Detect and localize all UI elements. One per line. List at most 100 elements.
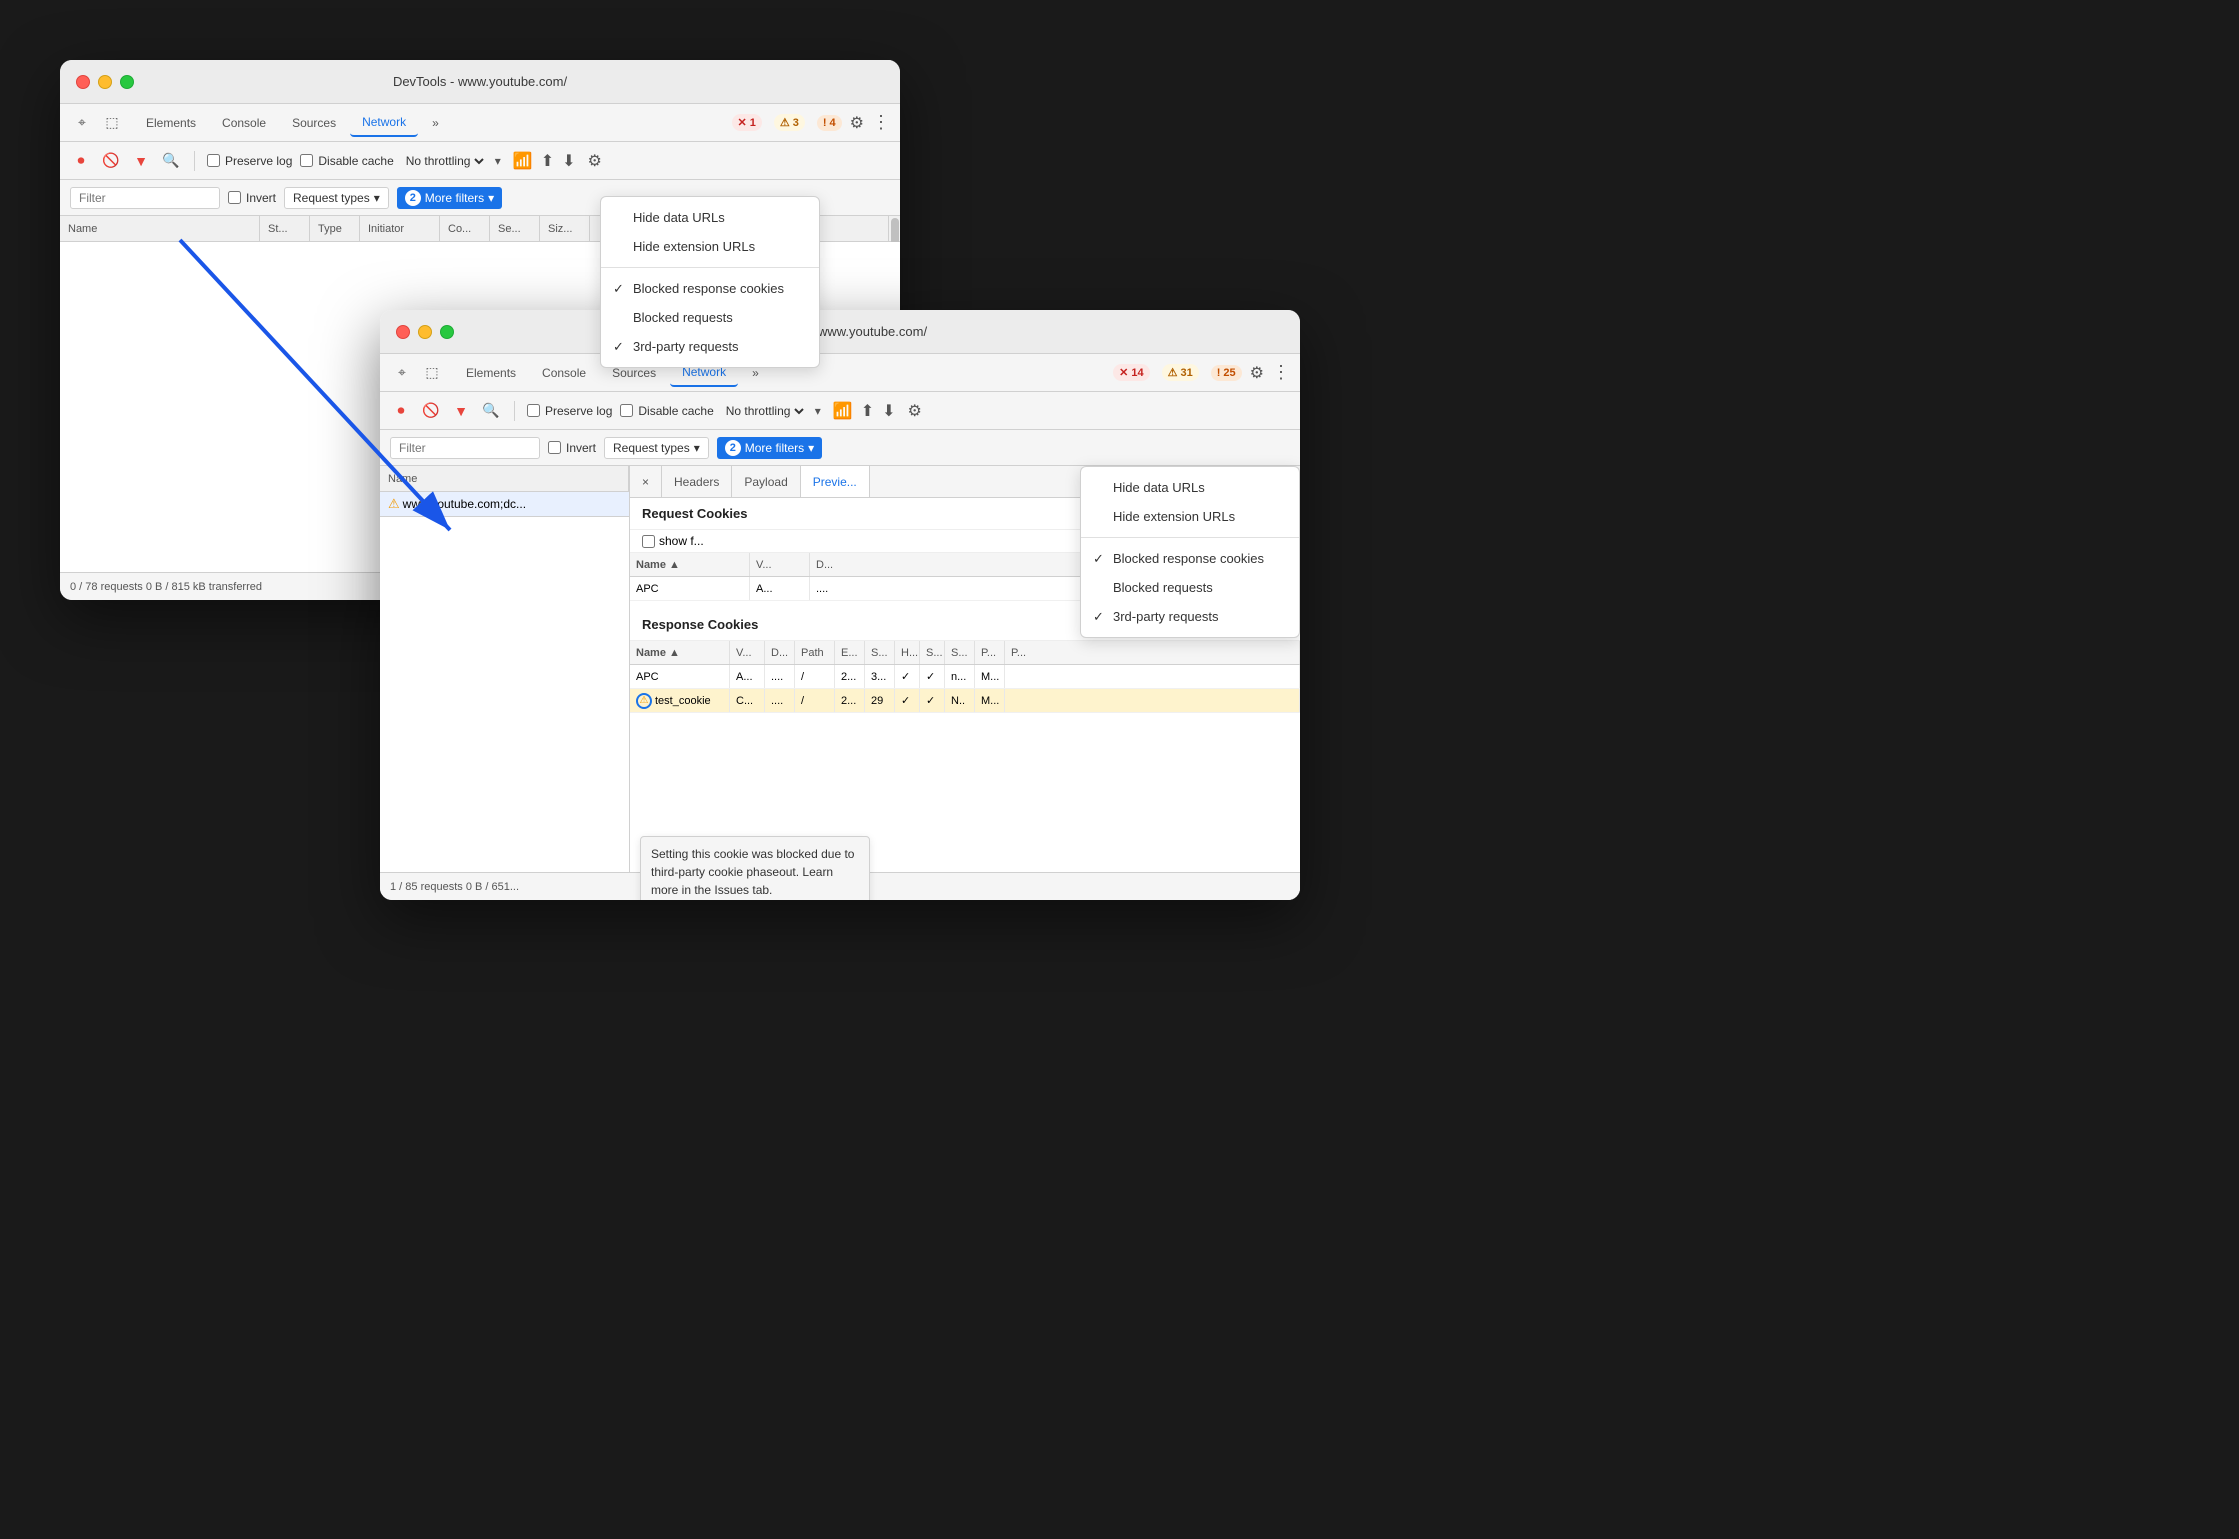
tab-sources-1[interactable]: Sources [280, 110, 348, 136]
device-icon[interactable]: ⬚ [100, 111, 124, 135]
hide-data-urls-item-1[interactable]: Hide data URLs [601, 203, 819, 232]
response-cookie-row-apc[interactable]: APC A... .... / 2... 3... ✓ ✓ n... M... [630, 665, 1300, 689]
blocked-response-cookies-item-1[interactable]: ✓ Blocked response cookies [601, 274, 819, 303]
blocked-cookie-icon: ⚠ [636, 693, 652, 709]
tab-icons-2: ⌖ ⬚ [390, 361, 444, 385]
blocked-requests-item-1[interactable]: Blocked requests [601, 303, 819, 332]
more-filters-button-1[interactable]: 2 More filters ▾ [397, 187, 502, 209]
tab-elements-1[interactable]: Elements [134, 110, 208, 136]
tab-preview[interactable]: Previe... [801, 466, 870, 497]
more-filters-dropdown-1: Hide data URLs Hide extension URLs ✓ Blo… [600, 196, 820, 368]
check-icon-3: ✓ [1093, 551, 1104, 567]
req-cookie-name-apc: APC [630, 577, 750, 600]
more-icon-2[interactable]: ⋮ [1272, 362, 1290, 383]
filter-input-1[interactable] [70, 187, 220, 209]
network-settings-icon-2[interactable]: ⚙ [908, 401, 922, 421]
preserve-log-label[interactable]: Preserve log [207, 154, 292, 168]
invert-label-2[interactable]: Invert [548, 441, 596, 455]
blocked-requests-item-2[interactable]: Blocked requests [1081, 573, 1299, 602]
wifi-icon-2: 📶 [833, 401, 853, 421]
preserve-log-checkbox-2[interactable] [527, 404, 540, 417]
search-icon-2[interactable]: 🔍 [480, 400, 502, 422]
minimize-button-2[interactable] [418, 325, 432, 339]
invert-checkbox-2[interactable] [548, 441, 561, 454]
tab-headers[interactable]: Headers [662, 466, 732, 497]
main-content-2: Name ⚠ www.youtube.com;dc... × Headers P… [380, 466, 1300, 900]
req-cookie-value-apc: A... [750, 577, 810, 600]
clear-icon[interactable]: 🚫 [100, 150, 122, 172]
col-status-1: St... [260, 216, 310, 241]
tab-payload[interactable]: Payload [732, 466, 800, 497]
check-icon-4: ✓ [1093, 609, 1104, 625]
throttle-select-1[interactable]: No throttling [402, 153, 487, 169]
clear-icon-2[interactable]: 🚫 [420, 400, 442, 422]
third-party-requests-item-1[interactable]: ✓ 3rd-party requests [601, 332, 819, 361]
disable-cache-checkbox-2[interactable] [620, 404, 633, 417]
close-button-1[interactable] [76, 75, 90, 89]
tab-console-2[interactable]: Console [530, 360, 598, 386]
tab-more-1[interactable]: » [420, 110, 451, 136]
filter-input-2[interactable] [390, 437, 540, 459]
cursor-icon-2[interactable]: ⌖ [390, 361, 414, 385]
upload-icon-2: ⬆ [861, 401, 874, 421]
tab-elements-2[interactable]: Elements [454, 360, 528, 386]
chevron-down-icon-2: ▾ [815, 404, 821, 418]
cursor-icon[interactable]: ⌖ [70, 111, 94, 135]
request-types-button-2[interactable]: Request types ▾ [604, 437, 709, 459]
show-filtered-label[interactable]: show f... [642, 534, 704, 548]
close-button-2[interactable] [396, 325, 410, 339]
device-icon-2[interactable]: ⬚ [420, 361, 444, 385]
warning-icon-row: ⚠ [388, 496, 400, 512]
more-icon-1[interactable]: ⋮ [872, 112, 890, 133]
col-section-1: Se... [490, 216, 540, 241]
hide-extension-urls-item-1[interactable]: Hide extension URLs [601, 232, 819, 261]
maximize-button-2[interactable] [440, 325, 454, 339]
col-name-2: Name [380, 466, 629, 491]
settings-icon-2[interactable]: ⚙ [1250, 363, 1264, 383]
tab-network-1[interactable]: Network [350, 109, 418, 137]
network-list: Name ⚠ www.youtube.com;dc... [380, 466, 630, 900]
close-panel-button[interactable]: × [630, 466, 662, 497]
upload-icon: ⬆ [541, 151, 554, 171]
stop-recording-icon[interactable]: ⏺ [70, 150, 92, 172]
more-filters-button-2[interactable]: 2 More filters ▾ [717, 437, 822, 459]
scrollbar-1[interactable] [888, 216, 900, 241]
col-size-1: Siz... [540, 216, 590, 241]
filter-icon-2[interactable]: ▼ [450, 400, 472, 422]
stop-recording-icon-2[interactable]: ⏺ [390, 400, 412, 422]
preserve-log-label-2[interactable]: Preserve log [527, 404, 612, 418]
hide-extension-urls-item-2[interactable]: Hide extension URLs [1081, 502, 1299, 531]
minimize-button-1[interactable] [98, 75, 112, 89]
disable-cache-checkbox[interactable] [300, 154, 313, 167]
tab-icons-1: ⌖ ⬚ [70, 111, 124, 135]
network-settings-icon[interactable]: ⚙ [588, 151, 602, 171]
response-cookie-header: Name ▲ V... D... Path E... S... H... S..… [630, 641, 1300, 665]
disable-cache-label-2[interactable]: Disable cache [620, 404, 713, 418]
check-icon-2: ✓ [613, 339, 624, 355]
dropdown-separator-2 [1081, 537, 1299, 538]
disable-cache-label[interactable]: Disable cache [300, 154, 393, 168]
settings-icon-1[interactable]: ⚙ [850, 113, 864, 133]
res-col-path: Path [795, 641, 835, 664]
filter-icon-1[interactable]: ▼ [130, 150, 152, 172]
tab-console-1[interactable]: Console [210, 110, 278, 136]
res-col-e: E... [835, 641, 865, 664]
response-cookie-row-test[interactable]: ⚠ test_cookie C... .... / 2... 29 ✓ ✓ N.… [630, 689, 1300, 713]
chevron-down-icon: ▾ [488, 191, 494, 205]
hide-data-urls-item-2[interactable]: Hide data URLs [1081, 473, 1299, 502]
invert-checkbox-1[interactable] [228, 191, 241, 204]
maximize-button-1[interactable] [120, 75, 134, 89]
invert-label-1[interactable]: Invert [228, 191, 276, 205]
res-col-s2: S... [920, 641, 945, 664]
req-col-name: Name ▲ [630, 553, 750, 576]
blocked-response-cookies-item-2[interactable]: ✓ Blocked response cookies [1081, 544, 1299, 573]
show-filtered-checkbox[interactable] [642, 535, 655, 548]
third-party-requests-item-2[interactable]: ✓ 3rd-party requests [1081, 602, 1299, 631]
request-types-button-1[interactable]: Request types ▾ [284, 187, 389, 209]
tab-actions-2: ✕ 14 ⚠ 31 ! 25 ⚙ ⋮ [1109, 362, 1290, 383]
throttle-select-2[interactable]: No throttling [722, 403, 807, 419]
search-icon-1[interactable]: 🔍 [160, 150, 182, 172]
network-row-selected[interactable]: ⚠ www.youtube.com;dc... [380, 492, 629, 517]
preserve-log-checkbox[interactable] [207, 154, 220, 167]
res-col-p2: P... [1005, 641, 1300, 664]
